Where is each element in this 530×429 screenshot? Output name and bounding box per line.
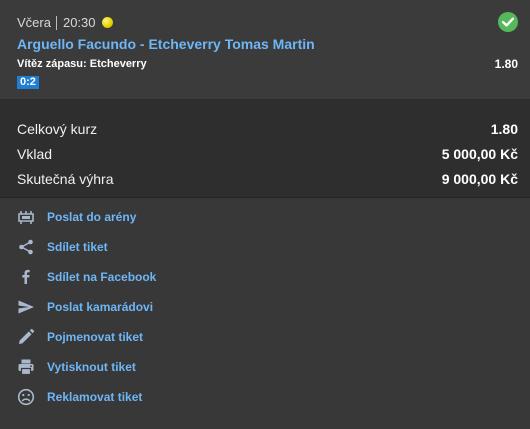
summary-value: 5 000,00 Kč [441, 145, 518, 162]
pencil-icon [17, 328, 35, 346]
score-badge: 0:2 [17, 76, 39, 89]
action-label: Reklamovat tiket [47, 390, 143, 404]
claim-ticket-action[interactable]: Reklamovat tiket [0, 382, 530, 412]
send-icon [17, 298, 35, 316]
summary-label: Celkový kurz [17, 120, 98, 137]
summary-value: 9 000,00 Kč [441, 170, 518, 187]
action-label: Sdílet na Facebook [47, 270, 157, 284]
check-circle-icon [498, 12, 518, 32]
match-link[interactable]: Arguello Facundo - Etcheverry Tomas Mart… [17, 36, 315, 52]
tennis-ball-icon [101, 17, 113, 28]
ticket-actions: Poslat do arény Sdílet tiket Sdílet na F… [0, 198, 530, 412]
action-label: Poslat do arény [47, 210, 137, 224]
bet-time: 20:30 [62, 15, 96, 30]
print-ticket-action[interactable]: Vytisknout tiket [0, 352, 530, 382]
divider [55, 15, 57, 30]
arena-icon [17, 208, 35, 226]
rename-ticket-action[interactable]: Pojmenovat tiket [0, 322, 530, 352]
send-to-friend-action[interactable]: Poslat kamarádovi [0, 292, 530, 322]
summary-row-stake: Vklad 5 000,00 Kč [0, 141, 530, 166]
bet-card: Včera 20:30 Arguello Facundo - Etcheverr… [0, 0, 530, 100]
summary-value: 1.80 [490, 120, 518, 137]
share-ticket-action[interactable]: Sdílet tiket [0, 232, 530, 262]
pick-odds: 1.80 [494, 57, 518, 71]
ticket-summary: Celkový kurz 1.80 Vklad 5 000,00 Kč Skut… [0, 100, 530, 198]
action-label: Pojmenovat tiket [47, 330, 144, 344]
summary-row-total-odds: Celkový kurz 1.80 [0, 116, 530, 141]
action-label: Sdílet tiket [47, 240, 108, 254]
share-facebook-action[interactable]: Sdílet na Facebook [0, 262, 530, 292]
bet-pick: Vítěz zápasu: Etcheverry [17, 58, 147, 70]
bet-day: Včera [17, 15, 51, 30]
share-icon [17, 238, 35, 256]
send-to-arena-action[interactable]: Poslat do arény [0, 202, 530, 232]
action-label: Vytisknout tiket [47, 360, 136, 374]
bet-meta: Včera 20:30 [17, 15, 113, 30]
facebook-icon [17, 268, 35, 286]
summary-row-actual-win: Skutečná výhra 9 000,00 Kč [0, 166, 530, 191]
summary-label: Skutečná výhra [17, 170, 114, 187]
sad-face-icon [17, 388, 35, 406]
summary-label: Vklad [17, 145, 53, 162]
action-label: Poslat kamarádovi [47, 300, 154, 314]
printer-icon [17, 358, 35, 376]
